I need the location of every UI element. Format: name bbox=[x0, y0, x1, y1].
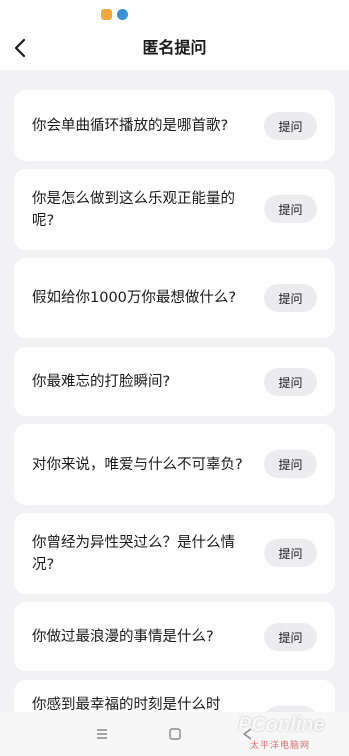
home-icon[interactable] bbox=[167, 726, 183, 742]
notification-app-icon bbox=[101, 9, 112, 20]
question-text: 你做过最浪漫的事情是什么? bbox=[32, 628, 214, 645]
ask-button[interactable]: 提问 bbox=[264, 450, 317, 478]
question-text: 你曾经为异性哭过么？是什么情况? bbox=[32, 534, 235, 573]
ask-button[interactable]: 提问 bbox=[264, 368, 317, 396]
notification-browser-icon bbox=[117, 9, 128, 20]
question-card: 你感到最幸福的时刻是什么时 提问 bbox=[14, 680, 335, 712]
chevron-left-icon bbox=[14, 39, 26, 57]
ask-button[interactable]: 提问 bbox=[264, 623, 317, 651]
question-card: 你是怎么做到这么乐观正能量的呢? 提问 bbox=[14, 169, 335, 250]
ask-button[interactable]: 提问 bbox=[264, 112, 317, 140]
system-navigation-bar bbox=[0, 712, 349, 756]
triangle-back-icon[interactable] bbox=[240, 726, 256, 742]
ask-button[interactable]: 提问 bbox=[264, 539, 317, 567]
ask-button[interactable]: 提问 bbox=[264, 195, 317, 223]
question-card: 假如给你1000万你最想做什么? 提问 bbox=[14, 258, 335, 338]
question-card: 你最难忘的打脸瞬间? 提问 bbox=[14, 347, 335, 416]
ask-button[interactable]: 提问 bbox=[264, 284, 317, 312]
navigation-bar: 匿名提问 bbox=[0, 26, 349, 70]
page-title: 匿名提问 bbox=[142, 38, 207, 57]
question-text: 你会单曲循环播放的是哪首歌? bbox=[32, 117, 229, 134]
status-bar bbox=[0, 0, 349, 26]
back-button[interactable] bbox=[0, 26, 40, 70]
question-card: 对你来说，唯爱与什么不可辜负? 提问 bbox=[14, 424, 335, 505]
question-card: 你会单曲循环播放的是哪首歌? 提问 bbox=[14, 90, 335, 161]
question-card: 你曾经为异性哭过么？是什么情况? 提问 bbox=[14, 513, 335, 594]
question-text: 你感到最幸福的时刻是什么时 bbox=[32, 697, 221, 712]
menu-icon[interactable] bbox=[94, 726, 110, 742]
question-text: 你是怎么做到这么乐观正能量的呢? bbox=[32, 190, 235, 229]
question-list[interactable]: 你会单曲循环播放的是哪首歌? 提问 你是怎么做到这么乐观正能量的呢? 提问 假如… bbox=[0, 70, 349, 712]
question-card: 你做过最浪漫的事情是什么? 提问 bbox=[14, 602, 335, 671]
question-text: 对你来说，唯爱与什么不可辜负? bbox=[32, 456, 243, 473]
question-text: 假如给你1000万你最想做什么? bbox=[32, 290, 237, 306]
question-text: 你最难忘的打脸瞬间? bbox=[32, 373, 171, 390]
